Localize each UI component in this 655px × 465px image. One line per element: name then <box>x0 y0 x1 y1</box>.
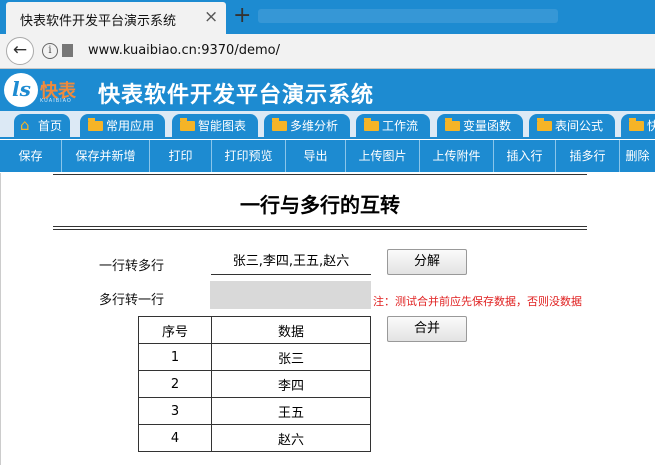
table-cell-index[interactable]: 3 <box>138 397 212 425</box>
menu-item-label: 首页 <box>38 119 63 133</box>
table-cell-data[interactable]: 张三 <box>211 343 371 371</box>
table-row: 1 张三 <box>138 343 371 371</box>
home-icon: ⌂ <box>20 116 30 134</box>
menu-item-more[interactable]: 快 <box>621 114 655 139</box>
back-arrow-icon[interactable]: ← <box>6 37 34 65</box>
page-title: 一行与多行的互转 <box>240 193 400 217</box>
browser-address-bar: ← i www.kuaibiao.cn:9370/demo/ <box>0 34 655 69</box>
menu-item-label: 智能图表 <box>198 119 247 133</box>
info-icon[interactable]: i <box>42 43 58 59</box>
delete-button[interactable]: 删除 <box>620 140 655 172</box>
insert-rows-button[interactable]: 插多行 <box>556 140 620 172</box>
close-icon[interactable]: × <box>204 7 218 27</box>
menu-item-workflow[interactable]: 工作流 <box>356 114 430 139</box>
divider <box>53 174 587 175</box>
folder-icon <box>445 118 460 131</box>
menu-item-label: 工作流 <box>382 119 419 133</box>
table-row: 4 赵六 <box>138 424 371 452</box>
menu-item-label: 多维分析 <box>290 119 339 133</box>
folder-icon <box>180 118 195 131</box>
data-table: 序号 数据 1 张三 2 李四 3 王五 4 赵六 <box>138 316 371 452</box>
background-tab[interactable] <box>258 9 558 23</box>
browser-tab-bar: 快表软件开发平台演示系统 × + <box>0 0 655 34</box>
table-row: 3 王五 <box>138 397 371 425</box>
menu-item-multidim-analysis[interactable]: 多维分析 <box>264 114 350 139</box>
menu-item-home[interactable]: ⌂ 首页 <box>14 114 70 139</box>
column-header-index: 序号 <box>138 316 212 344</box>
new-tab-icon[interactable]: + <box>233 3 251 29</box>
insert-row-button[interactable]: 插入行 <box>494 140 556 172</box>
split-button[interactable]: 分解 <box>387 249 467 275</box>
menu-item-label: 常用应用 <box>106 119 155 133</box>
logo-mark: ls <box>12 77 31 101</box>
folder-icon <box>537 118 552 131</box>
menu-item-inter-table-formulas[interactable]: 表间公式 <box>529 114 615 139</box>
url-input[interactable]: www.kuaibiao.cn:9370/demo/ <box>88 43 280 58</box>
menu-item-variable-functions[interactable]: 变量函数 <box>437 114 523 139</box>
divider <box>53 229 587 230</box>
menu-item-label: 表间公式 <box>555 119 604 133</box>
menu-item-label: 快 <box>647 119 655 133</box>
folder-icon <box>629 118 644 131</box>
page-icon <box>62 44 73 57</box>
save-and-new-button[interactable]: 保存并新增 <box>62 140 150 172</box>
menu-item-label: 变量函数 <box>463 119 512 133</box>
browser-tab-title: 快表软件开发平台演示系统 <box>20 14 177 29</box>
folder-icon <box>272 118 287 131</box>
menu-item-common-apps[interactable]: 常用应用 <box>80 114 165 139</box>
table-cell-data[interactable]: 李四 <box>211 370 371 398</box>
table-row: 2 李四 <box>138 370 371 398</box>
table-cell-index[interactable]: 4 <box>138 424 212 452</box>
menu-item-smart-charts[interactable]: 智能图表 <box>172 114 258 139</box>
logo-subtext: KUAIBIAO <box>40 98 72 104</box>
print-button[interactable]: 打印 <box>150 140 212 172</box>
table-cell-data[interactable]: 赵六 <box>211 424 371 452</box>
warning-note: 注：测试合并前应先保存数据，否则没数据 <box>373 295 582 308</box>
table-header-row: 序号 数据 <box>138 316 371 344</box>
save-button[interactable]: 保存 <box>0 140 62 172</box>
table-cell-index[interactable]: 2 <box>138 370 212 398</box>
folder-icon <box>364 118 379 131</box>
logo: ls <box>4 73 38 107</box>
app-title: 快表软件开发平台演示系统 <box>98 83 375 108</box>
column-header-data: 数据 <box>211 316 371 344</box>
action-toolbar: 保存 保存并新增 打印 打印预览 导出 上传图片 上传附件 插入行 插多行 删除 <box>0 140 655 172</box>
folder-icon <box>88 118 103 131</box>
table-cell-index[interactable]: 1 <box>138 343 212 371</box>
merge-button[interactable]: 合并 <box>387 316 467 342</box>
one-to-many-input[interactable] <box>211 250 371 275</box>
upload-attachment-button[interactable]: 上传附件 <box>420 140 494 172</box>
export-button[interactable]: 导出 <box>286 140 346 172</box>
one-to-many-label: 一行转多行 <box>99 259 165 274</box>
divider <box>53 226 587 227</box>
menu-bar: ⌂ 首页 常用应用 智能图表 多维分析 工作流 变量函数 表间公式 快 <box>0 111 655 139</box>
form-content: 一行与多行的互转 一行转多行 分解 多行转一行 注：测试合并前应先保存数据，否则… <box>0 173 655 465</box>
many-to-one-label: 多行转一行 <box>99 293 165 308</box>
browser-tab[interactable]: 快表软件开发平台演示系统 × <box>6 2 226 34</box>
many-to-one-input[interactable] <box>210 281 371 309</box>
upload-image-button[interactable]: 上传图片 <box>346 140 420 172</box>
table-cell-data[interactable]: 王五 <box>211 397 371 425</box>
print-preview-button[interactable]: 打印预览 <box>212 140 286 172</box>
app-header: ls 快表 KUAIBIAO 快表软件开发平台演示系统 <box>0 69 655 111</box>
